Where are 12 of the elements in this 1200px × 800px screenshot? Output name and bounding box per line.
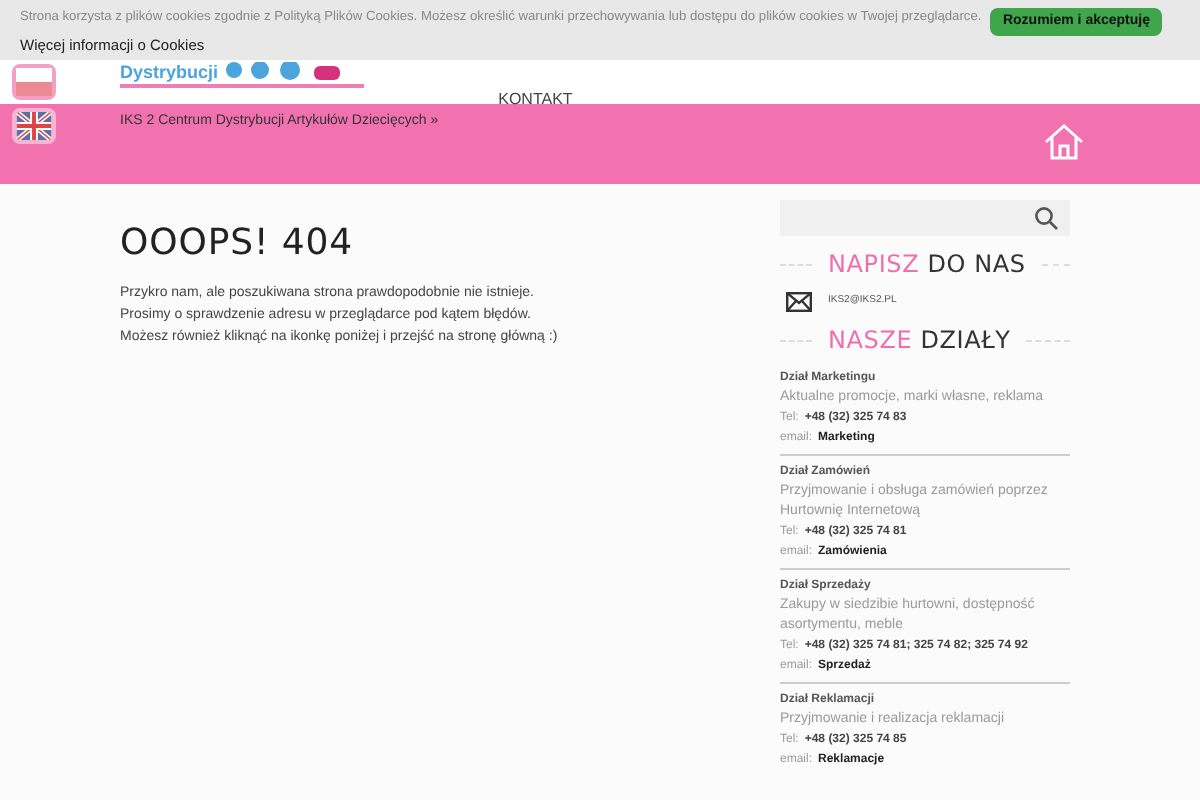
logo-letters-drawing [222,62,343,82]
poland-flag-icon[interactable] [12,64,56,100]
logo-text: Dystrybucji [120,64,219,82]
envelope-icon [786,292,812,312]
home-icon[interactable] [1044,124,1084,160]
search-icon [1034,206,1058,230]
nav-link[interactable]: KONTAKT [498,88,573,112]
search-field[interactable] [780,200,1070,236]
uk-flag-icon[interactable] [12,108,56,144]
departments-heading: NASZE DZIAŁY [826,324,1013,358]
page-title: OOOPS! 404 [120,220,356,268]
contact-heading: NAPISZ DO NAS [826,248,1028,282]
